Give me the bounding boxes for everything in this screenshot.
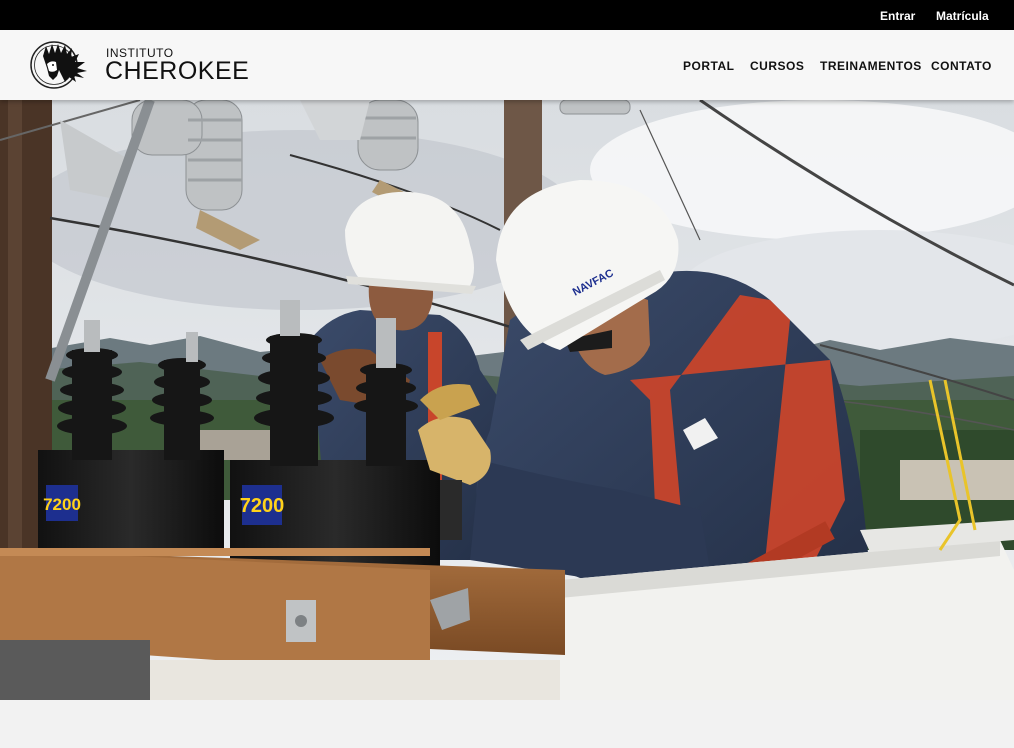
enroll-link[interactable]: Matrícula xyxy=(936,9,989,23)
hero-photo-linemen: 7200 7200 NAVFAC xyxy=(0,100,1014,700)
chief-emblem-icon[interactable] xyxy=(29,40,91,90)
transformer-label-2: 7200 xyxy=(240,495,285,517)
page-below-hero xyxy=(0,700,1014,748)
nav-portal[interactable]: PORTAL xyxy=(683,59,734,73)
hero-banner: 7200 7200 NAVFAC xyxy=(0,100,1014,700)
transformer-label-1: 7200 xyxy=(43,495,81,514)
site-header: INSTITUTO CHEROKEE PORTAL CURSOS TREINAM… xyxy=(0,30,1014,100)
brand-title[interactable]: CHEROKEE xyxy=(105,57,249,86)
top-bar: Entrar Matrícula xyxy=(0,0,1014,30)
nav-contato[interactable]: CONTATO xyxy=(931,59,992,73)
nav-treinamentos[interactable]: TREINAMENTOS xyxy=(820,59,922,73)
nav-cursos[interactable]: CURSOS xyxy=(750,59,804,73)
login-link[interactable]: Entrar xyxy=(880,9,915,23)
